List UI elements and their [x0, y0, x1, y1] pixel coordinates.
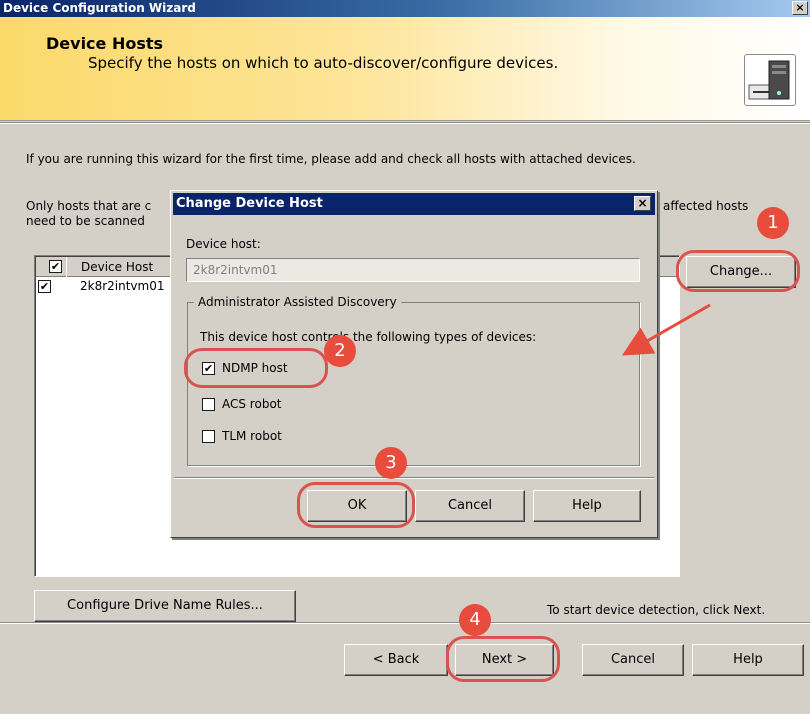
intro-text-2-line2: need to be scanned — [26, 214, 145, 228]
dialog-title: Change Device Host — [176, 196, 323, 211]
tlm-robot-label[interactable]: TLM robot — [222, 429, 282, 443]
help-button[interactable]: Help — [692, 644, 804, 676]
footer-separator — [0, 622, 810, 624]
row-checkbox[interactable]: ✔ — [38, 280, 51, 293]
intro-text: If you are running this wizard for the f… — [26, 152, 636, 166]
tlm-robot-checkbox[interactable] — [202, 430, 215, 443]
step-badge-2: 2 — [324, 335, 356, 367]
dialog-cancel-button[interactable]: Cancel — [415, 490, 525, 522]
acs-robot-label[interactable]: ACS robot — [222, 397, 281, 411]
step-badge-3: 3 — [375, 447, 407, 479]
highlight-ok-button — [297, 482, 415, 528]
acs-robot-checkbox[interactable] — [202, 398, 215, 411]
dialog-close-button[interactable]: × — [634, 196, 651, 211]
device-host-field[interactable]: 2k8r2intvm01 — [186, 258, 640, 282]
close-icon: × — [637, 196, 648, 210]
select-all-checkbox[interactable]: ✔ — [49, 260, 62, 273]
highlight-ndmp-option — [184, 348, 328, 388]
intro-text-2-start: Only hosts that are c — [26, 199, 152, 213]
groupbox-label: Administrator Assisted Discovery — [194, 295, 401, 309]
list-item-label[interactable]: 2k8r2intvm01 — [80, 279, 165, 293]
step-badge-4: 4 — [459, 604, 491, 636]
window-title-bar: Device Configuration Wizard — [0, 0, 810, 17]
device-host-label: Device host: — [186, 237, 261, 251]
cancel-button[interactable]: Cancel — [582, 644, 684, 676]
start-detection-hint: To start device detection, click Next. — [547, 603, 766, 617]
groupbox-description: This device host controls the following … — [200, 330, 537, 344]
intro-text-2-end: affected hosts — [663, 199, 749, 213]
server-icon — [744, 54, 796, 106]
close-icon: × — [795, 1, 805, 14]
dialog-separator — [174, 477, 654, 479]
step-badge-1: 1 — [757, 207, 789, 239]
dialog-help-button[interactable]: Help — [533, 490, 641, 522]
configure-drive-name-rules-button[interactable]: Configure Drive Name Rules... — [34, 590, 296, 622]
window-title: Device Configuration Wizard — [3, 1, 196, 15]
header-subtitle: Specify the hosts on which to auto-disco… — [88, 54, 559, 72]
back-button[interactable]: < Back — [344, 644, 448, 676]
header-separator — [0, 122, 810, 124]
annotation-arrow-icon — [621, 303, 711, 356]
window-close-button[interactable]: × — [792, 1, 808, 15]
highlight-change-button — [676, 250, 800, 292]
dialog-title-bar: Change Device Host — [173, 193, 655, 215]
highlight-next-button — [446, 636, 560, 682]
header-title: Device Hosts — [46, 34, 164, 53]
